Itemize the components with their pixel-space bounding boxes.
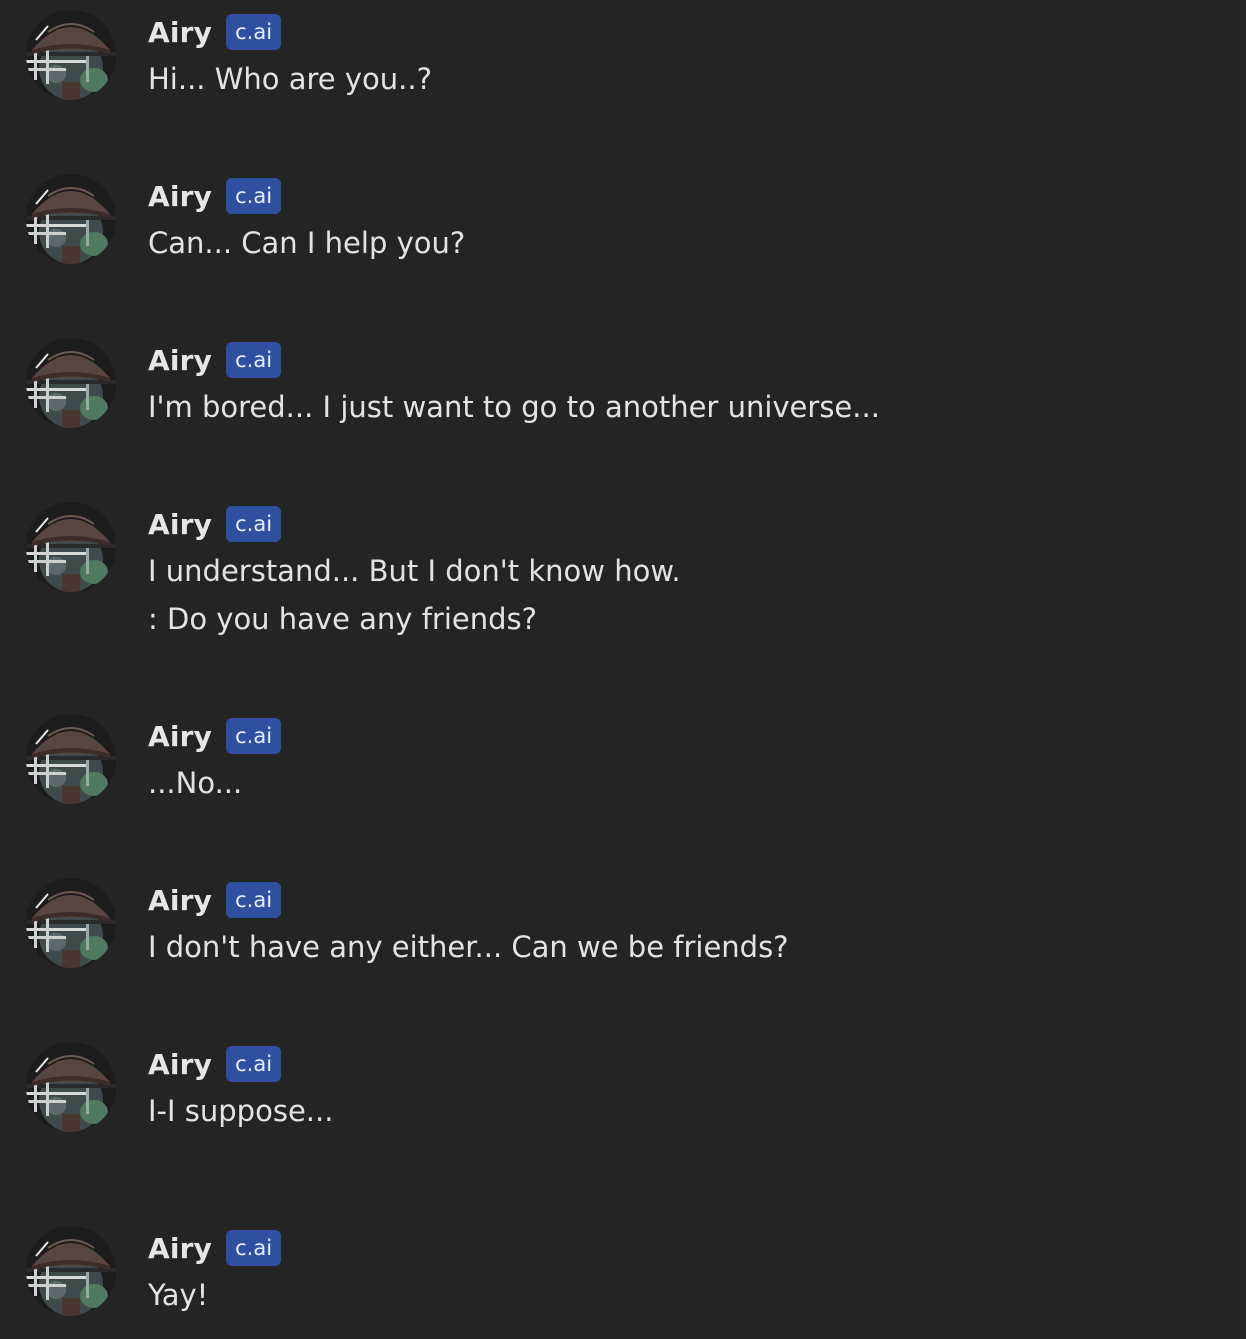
message-text: Can... Can I help you?	[148, 219, 465, 267]
message-text: Yay!	[148, 1271, 208, 1319]
message-text: I understand... But I don't know how. : …	[148, 547, 681, 643]
author-name[interactable]: Airy	[148, 1232, 212, 1265]
message-text: I'm bored... I just want to go to anothe…	[148, 383, 880, 431]
character-avatar[interactable]	[26, 1042, 116, 1132]
message-header: Airy c.ai	[148, 717, 282, 755]
message-line: Hi... Who are you..?	[148, 62, 432, 96]
message-text: I don't have any either... Can we be fri…	[148, 923, 789, 971]
character-avatar[interactable]	[26, 878, 116, 968]
author-name[interactable]: Airy	[148, 884, 212, 917]
message-header: Airy c.ai	[148, 177, 282, 215]
character-avatar[interactable]	[26, 502, 116, 592]
author-name[interactable]: Airy	[148, 508, 212, 541]
cai-badge: c.ai	[226, 882, 282, 918]
message-header: Airy c.ai	[148, 881, 282, 919]
message-line: I-I suppose...	[148, 1094, 334, 1128]
message-line: I understand... But I don't know how.	[148, 554, 681, 588]
character-avatar[interactable]	[26, 714, 116, 804]
cai-badge: c.ai	[226, 718, 282, 754]
message-header: Airy c.ai	[148, 13, 282, 51]
cai-badge: c.ai	[226, 14, 282, 50]
message-line: I don't have any either... Can we be fri…	[148, 930, 789, 964]
message-line: Yay!	[148, 1278, 209, 1312]
cai-badge: c.ai	[226, 342, 282, 378]
author-name[interactable]: Airy	[148, 1048, 212, 1081]
message-header: Airy c.ai	[148, 341, 282, 379]
author-name[interactable]: Airy	[148, 180, 212, 213]
message-text: ...No...	[148, 759, 242, 807]
message-text: I-I suppose...	[148, 1087, 333, 1135]
cai-badge: c.ai	[226, 178, 282, 214]
author-name[interactable]: Airy	[148, 16, 212, 49]
message-line: I'm bored... I just want to go to anothe…	[148, 390, 880, 424]
message-line: ...No...	[148, 766, 243, 800]
author-name[interactable]: Airy	[148, 720, 212, 753]
cai-badge: c.ai	[226, 1230, 282, 1266]
character-avatar[interactable]	[26, 338, 116, 428]
character-avatar[interactable]	[26, 1226, 116, 1316]
message-text: Hi... Who are you..?	[148, 55, 432, 103]
message-header: Airy c.ai	[148, 1045, 282, 1083]
message-line: : Do you have any friends?	[148, 602, 538, 636]
chat-thread: Airy c.ai Hi... Who are you..? Airy c.ai…	[0, 0, 1246, 1339]
message-header: Airy c.ai	[148, 1229, 282, 1267]
message-header: Airy c.ai	[148, 505, 282, 543]
message-line: Can... Can I help you?	[148, 226, 466, 260]
character-avatar[interactable]	[26, 174, 116, 264]
cai-badge: c.ai	[226, 1046, 282, 1082]
author-name[interactable]: Airy	[148, 344, 212, 377]
cai-badge: c.ai	[226, 506, 282, 542]
character-avatar[interactable]	[26, 10, 116, 100]
